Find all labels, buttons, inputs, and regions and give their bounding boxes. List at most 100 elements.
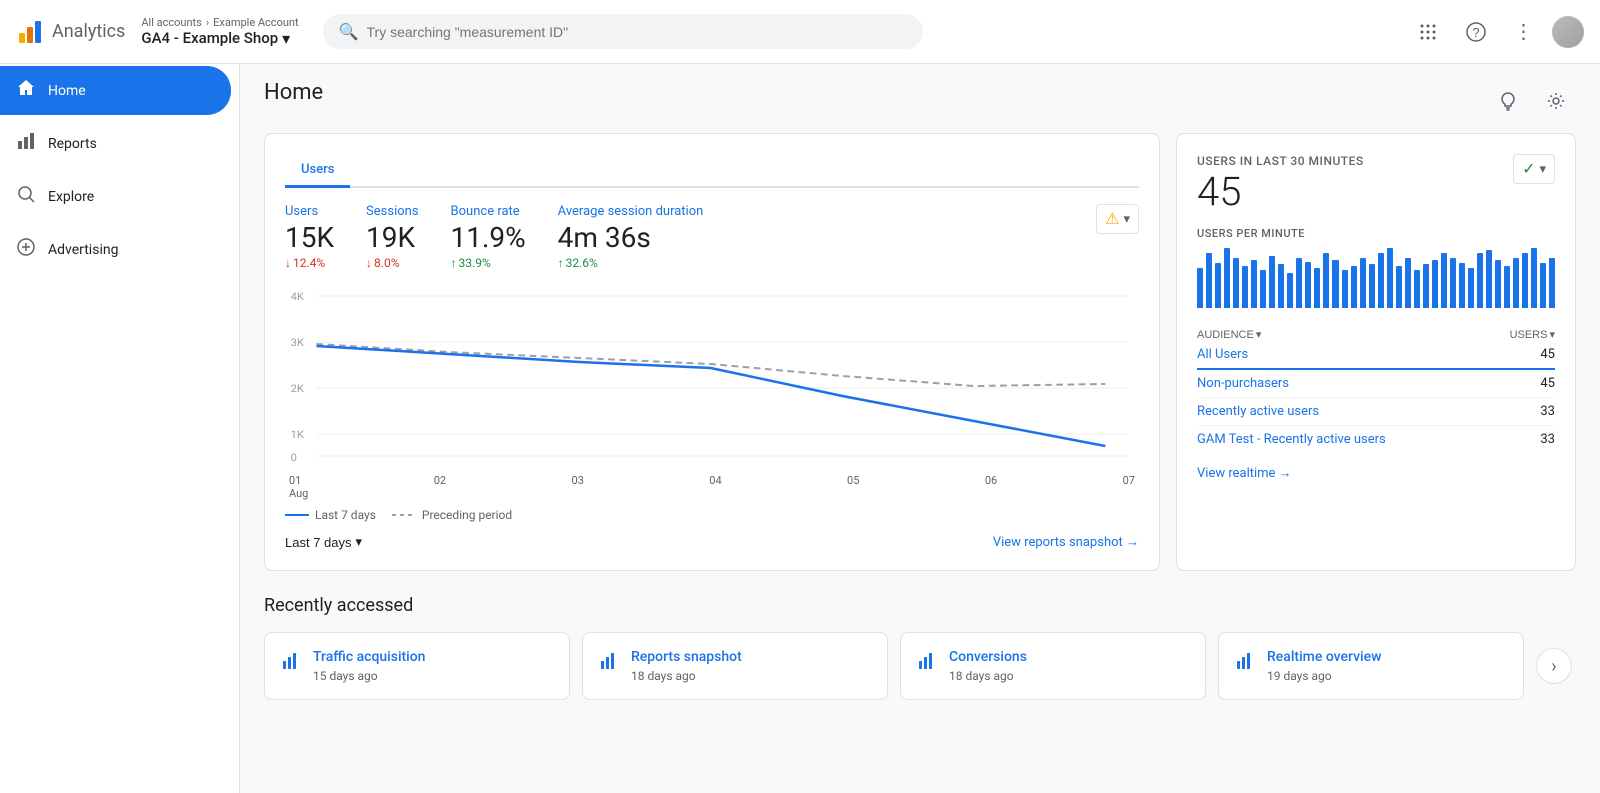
svg-text:3K: 3K — [291, 337, 305, 349]
date-range-dropdown-icon: ▾ — [356, 534, 363, 550]
bar — [1215, 263, 1221, 308]
recent-card-info: Conversions 18 days ago — [949, 649, 1027, 683]
metrics-tabs: Users — [285, 154, 1139, 188]
date-range-label: Last 7 days — [285, 535, 352, 550]
view-realtime-link[interactable]: View realtime → — [1197, 465, 1555, 481]
more-options-button[interactable]: ⋮ — [1504, 12, 1544, 52]
topbar: Analytics All accounts › Example Account… — [0, 0, 1600, 64]
audience-row[interactable]: Recently active users33 — [1197, 398, 1555, 426]
recent-card-icon — [1235, 651, 1255, 676]
recent-card[interactable]: Reports snapshot 18 days ago — [582, 632, 888, 700]
bar — [1450, 258, 1456, 308]
metric-avg-value: 4m 36s — [558, 221, 704, 254]
audience-row-name[interactable]: Recently active users — [1197, 404, 1319, 419]
svg-text:?: ? — [1472, 25, 1479, 40]
metric-sessions-value: 19K — [366, 221, 419, 254]
recent-card-time: 15 days ago — [313, 669, 425, 683]
view-reports-link[interactable]: View reports snapshot → — [993, 534, 1139, 550]
per-minute-label: USERS PER MINUTE — [1197, 227, 1555, 240]
audience-row[interactable]: GAM Test - Recently active users33 — [1197, 426, 1555, 453]
users-chevron-icon: ▾ — [1549, 328, 1555, 341]
metric-bounce-label[interactable]: Bounce rate — [451, 204, 526, 219]
audience-row[interactable]: All Users45 — [1197, 341, 1555, 370]
sidebar-item-label-home: Home — [48, 83, 86, 99]
bar — [1305, 262, 1311, 308]
audience-dropdown-button[interactable]: AUDIENCE ▾ — [1197, 328, 1261, 341]
search-input[interactable] — [367, 24, 907, 40]
topbar-actions: ? ⋮ — [1408, 12, 1584, 52]
down-arrow-icon-2: ↓ — [366, 256, 372, 270]
sidebar-item-label-explore: Explore — [48, 189, 94, 205]
tab-users[interactable]: Users — [285, 154, 350, 188]
apps-button[interactable] — [1408, 12, 1448, 52]
recent-card-icon — [281, 651, 301, 676]
audience-row-name[interactable]: Non-purchasers — [1197, 376, 1289, 391]
recent-card[interactable]: Conversions 18 days ago — [900, 632, 1206, 700]
metrics-row: Users 15K ↓ 12.4% Sessions 19K ↓ 8.0% — [285, 204, 1139, 270]
logo-area: Analytics — [16, 18, 125, 46]
metric-sessions-label[interactable]: Sessions — [366, 204, 419, 219]
warning-button[interactable]: ⚠ ▾ — [1096, 204, 1139, 234]
metric-users-value: 15K — [285, 221, 334, 254]
bar — [1468, 268, 1474, 308]
main-layout: Home Reports Explore Advertising Home — [0, 64, 1600, 793]
bar — [1206, 253, 1212, 308]
sidebar-item-advertising[interactable]: Advertising — [0, 225, 231, 274]
audience-row[interactable]: Non-purchasers 45 — [1197, 370, 1555, 398]
realtime-dropdown-icon: ▾ — [1539, 161, 1546, 177]
recently-accessed-grid: Traffic acquisition 15 days ago Reports … — [264, 632, 1576, 700]
bar — [1314, 268, 1320, 308]
sidebar-item-reports[interactable]: Reports — [0, 119, 231, 168]
sidebar: Home Reports Explore Advertising — [0, 64, 240, 793]
bar — [1242, 266, 1248, 308]
metric-avg-label[interactable]: Average session duration — [558, 204, 704, 219]
bar — [1549, 258, 1555, 308]
help-button[interactable]: ? — [1456, 12, 1496, 52]
audience-header: AUDIENCE ▾ USERS ▾ — [1197, 328, 1555, 341]
metric-bounce-value: 11.9% — [451, 221, 526, 254]
audience-table: All Users45 Non-purchasers 45 Recently acti… — [1197, 341, 1555, 453]
search-bar: 🔍 — [323, 14, 923, 49]
property-selector[interactable]: GA4 - Example Shop ▾ — [141, 29, 298, 48]
chart-x-labels: 01Aug 02 03 04 05 06 07 — [285, 474, 1139, 500]
user-avatar[interactable] — [1552, 16, 1584, 48]
recent-card[interactable]: Realtime overview 19 days ago — [1218, 632, 1524, 700]
realtime-status-button[interactable]: ✓ ▾ — [1513, 154, 1555, 184]
bar — [1432, 260, 1438, 308]
warning-icon: ⚠ — [1105, 209, 1119, 229]
users-dropdown-button[interactable]: USERS ▾ — [1510, 328, 1555, 341]
metric-sessions-change: ↓ 8.0% — [366, 256, 419, 270]
metric-users-label[interactable]: Users — [285, 204, 334, 219]
search-icon: 🔍 — [339, 22, 359, 41]
sidebar-item-label-reports: Reports — [48, 136, 97, 152]
audience-row-name[interactable]: GAM Test - Recently active users — [1197, 432, 1386, 447]
account-selector[interactable]: All accounts › Example Account GA4 - Exa… — [141, 16, 298, 48]
per-minute-section: USERS PER MINUTE — [1197, 227, 1555, 316]
recent-card-time: 19 days ago — [1267, 669, 1382, 683]
explore-icon — [16, 184, 36, 209]
audience-row-count: 45 — [1540, 376, 1555, 391]
audience-row-name[interactable]: All Users — [1197, 347, 1248, 362]
sidebar-item-home[interactable]: Home — [0, 66, 231, 115]
date-range-button[interactable]: Last 7 days ▾ — [285, 534, 362, 550]
lightbulb-button[interactable] — [1488, 81, 1528, 121]
app-name: Analytics — [52, 21, 125, 42]
recent-card-name: Conversions — [949, 649, 1027, 665]
bar — [1504, 266, 1510, 308]
legend-line-dashed — [392, 514, 416, 516]
metric-sessions: Sessions 19K ↓ 8.0% — [366, 204, 419, 270]
sidebar-item-explore[interactable]: Explore — [0, 172, 231, 221]
down-arrow-icon: ↓ — [285, 256, 291, 270]
recent-card[interactable]: Traffic acquisition 15 days ago — [264, 632, 570, 700]
bar — [1342, 270, 1348, 308]
metric-users: Users 15K ↓ 12.4% — [285, 204, 334, 270]
breadcrumb: All accounts › Example Account — [141, 16, 298, 29]
svg-text:1K: 1K — [291, 429, 305, 441]
scroll-right-button[interactable]: › — [1536, 648, 1572, 684]
customize-button[interactable] — [1536, 81, 1576, 121]
bar — [1531, 248, 1537, 308]
search-area: 🔍 — [323, 14, 923, 49]
main-content: Home Users — [240, 64, 1600, 793]
recent-card-name: Traffic acquisition — [313, 649, 425, 665]
warning-dropdown-icon: ▾ — [1123, 211, 1130, 227]
